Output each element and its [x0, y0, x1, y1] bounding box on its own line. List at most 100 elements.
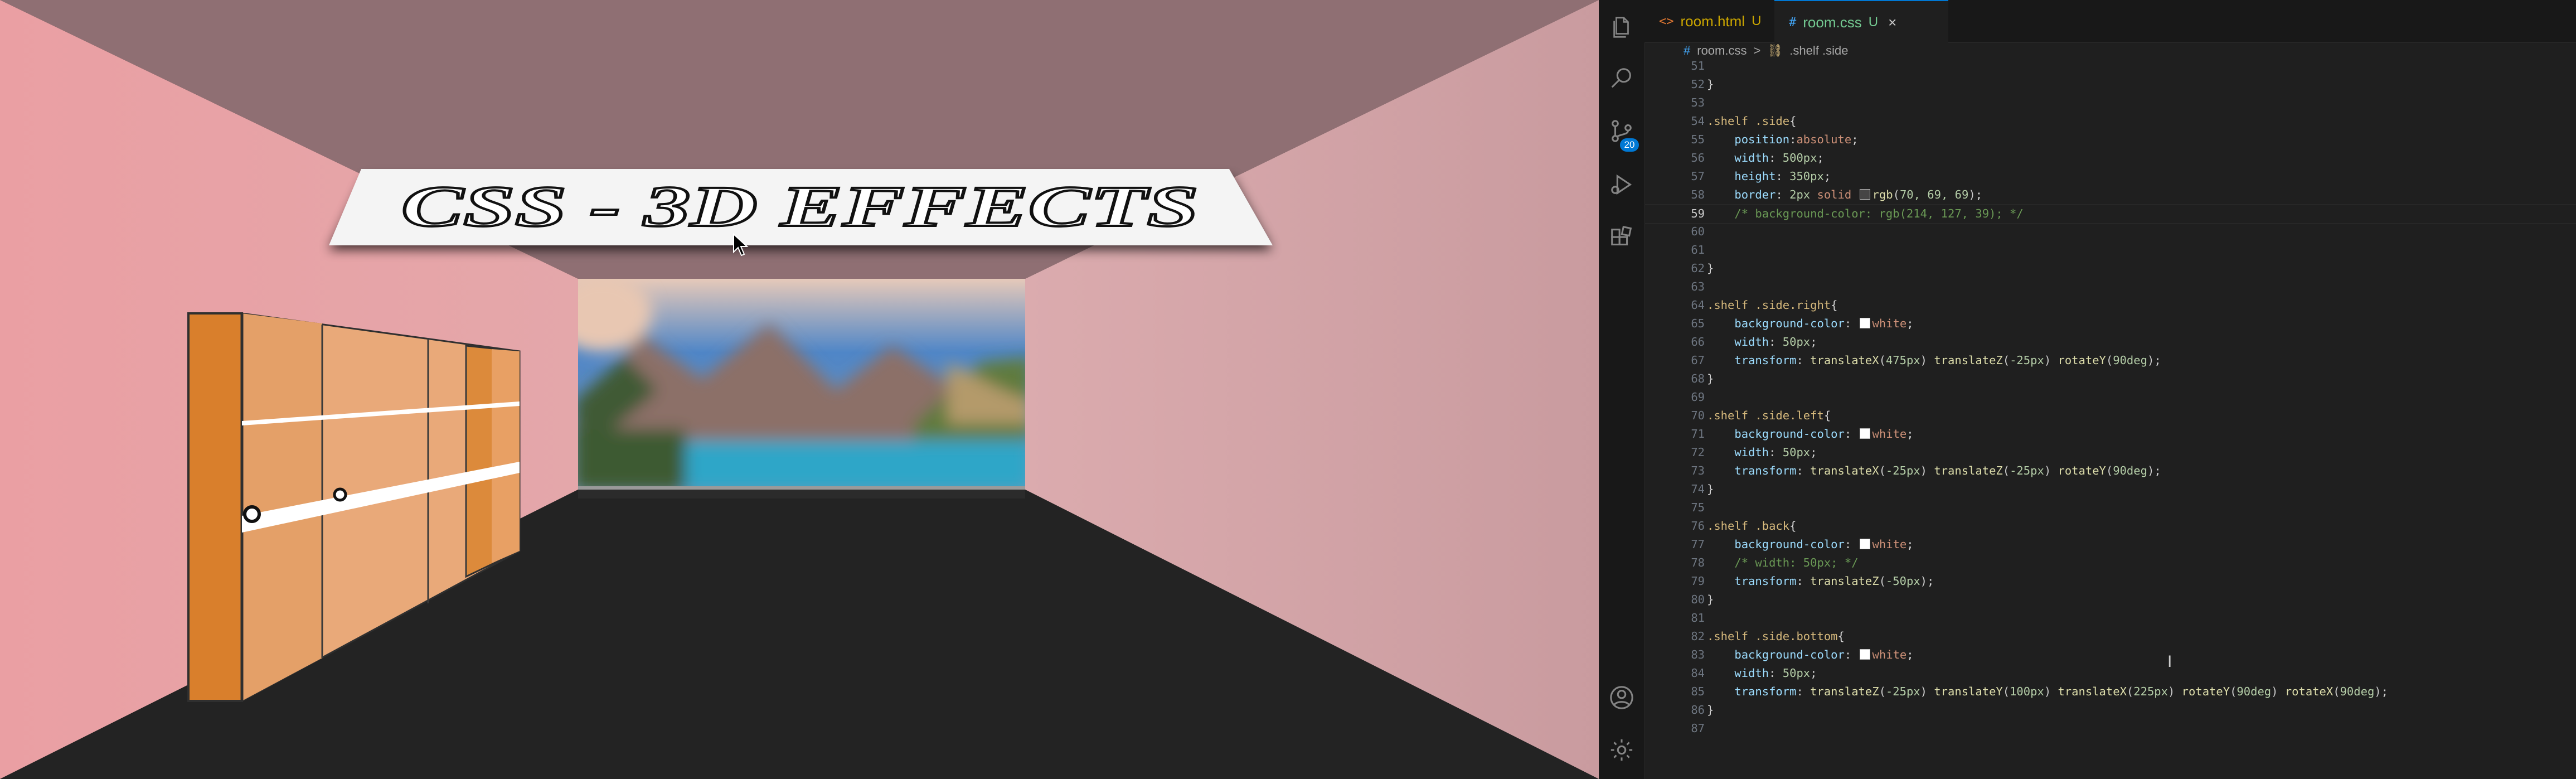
- code-line[interactable]: 52}: [1644, 75, 2576, 94]
- code-line[interactable]: 73 transform: translateX(-25px) translat…: [1644, 462, 2576, 480]
- line-number: 81: [1691, 611, 1705, 625]
- code-area[interactable]: 51 52} 53 54 .shelf .side{55 position:absolu…: [1644, 57, 2576, 779]
- code-line[interactable]: 74}: [1644, 480, 2576, 499]
- tab-untracked-status: U: [1752, 13, 1762, 28]
- line-text: border: 2px solid rgb(70, 69, 69);: [1734, 188, 1983, 201]
- line-text: background-color: white;: [1734, 317, 1914, 330]
- line-number: 60: [1691, 225, 1705, 238]
- line-number: 70: [1691, 409, 1705, 422]
- code-line[interactable]: 75: [1644, 499, 2576, 517]
- line-text: .shelf .side.right{: [1707, 298, 1838, 312]
- code-line[interactable]: 71 background-color: white;: [1644, 425, 2576, 443]
- line-number: 63: [1691, 280, 1705, 293]
- code-line[interactable]: 83 background-color: white;: [1644, 646, 2576, 664]
- room-preview: CSS - 3D EFFECTS: [0, 0, 1599, 779]
- code-line[interactable]: 68}: [1644, 370, 2576, 388]
- code-line[interactable]: 51: [1644, 57, 2576, 75]
- line-text: }: [1707, 262, 1714, 275]
- room-scene: CSS - 3D EFFECTS: [0, 0, 1599, 779]
- line-text: .shelf .side.bottom{: [1707, 630, 1845, 643]
- code-line[interactable]: 67 transform: translateX(475px) translat…: [1644, 351, 2576, 370]
- code-line[interactable]: 84 width: 50px;: [1644, 664, 2576, 683]
- extensions-icon[interactable]: [1609, 225, 1634, 251]
- css-file-icon: #: [1684, 43, 1691, 57]
- breadcrumb-symbol[interactable]: .shelf .side: [1789, 43, 1848, 58]
- line-number: 55: [1691, 133, 1705, 146]
- code-line[interactable]: 59 /* background-color: rgb(214, 127, 39…: [1644, 204, 2576, 224]
- line-number: 64: [1691, 298, 1705, 312]
- code-line[interactable]: 85 transform: translateZ(-25px) translat…: [1644, 683, 2576, 701]
- line-number: 51: [1691, 59, 1705, 72]
- code-line[interactable]: 87: [1644, 719, 2576, 738]
- line-number: 68: [1691, 372, 1705, 385]
- code-line[interactable]: 61: [1644, 241, 2576, 259]
- code-line[interactable]: 56 width: 500px;: [1644, 149, 2576, 167]
- run-debug-icon[interactable]: [1609, 172, 1634, 197]
- line-number: 62: [1691, 262, 1705, 275]
- code-line[interactable]: 86}: [1644, 701, 2576, 719]
- line-text: width: 50px;: [1734, 446, 1817, 459]
- line-text: }: [1707, 482, 1714, 496]
- code-line[interactable]: 69: [1644, 388, 2576, 407]
- code-line[interactable]: 76 .shelf .back{: [1644, 517, 2576, 535]
- ceiling-banner: CSS - 3D EFFECTS: [329, 169, 1273, 250]
- line-number: 87: [1691, 722, 1705, 735]
- code-line[interactable]: 82 .shelf .side.bottom{: [1644, 627, 2576, 646]
- code-line[interactable]: 77 background-color: white;: [1644, 535, 2576, 554]
- line-number: 74: [1691, 482, 1705, 496]
- code-line[interactable]: 64 .shelf .side.right{: [1644, 296, 2576, 314]
- line-number: 66: [1691, 335, 1705, 349]
- code-line[interactable]: 63: [1644, 278, 2576, 296]
- settings-gear-icon[interactable]: [1609, 737, 1634, 763]
- html-file-icon: <>: [1659, 14, 1674, 28]
- code-line[interactable]: 57 height: 350px;: [1644, 167, 2576, 186]
- line-text: position:absolute;: [1734, 133, 1859, 146]
- line-number: 79: [1691, 574, 1705, 588]
- code-line[interactable]: 79 transform: translateZ(-50px);: [1644, 572, 2576, 591]
- line-text: .shelf .side.left{: [1707, 409, 1831, 422]
- breadcrumb-file[interactable]: room.css: [1697, 43, 1747, 58]
- line-text: background-color: white;: [1734, 427, 1914, 441]
- account-icon[interactable]: [1609, 685, 1634, 710]
- line-text: }: [1707, 78, 1714, 91]
- search-icon[interactable]: [1609, 66, 1634, 91]
- code-line[interactable]: 70 .shelf .side.left{: [1644, 407, 2576, 425]
- code-line[interactable]: 62}: [1644, 259, 2576, 278]
- tab-bar: <> room.html U # room.css U ×: [1644, 0, 2576, 43]
- line-text: width: 500px;: [1734, 151, 1824, 164]
- line-number: 72: [1691, 446, 1705, 459]
- line-number: 80: [1691, 593, 1705, 606]
- explorer-icon[interactable]: [1609, 14, 1634, 40]
- code-line[interactable]: 60: [1644, 222, 2576, 241]
- code-line[interactable]: 72 width: 50px;: [1644, 443, 2576, 462]
- line-number: 52: [1691, 78, 1705, 91]
- line-text: /* background-color: rgb(214, 127, 39); …: [1734, 207, 2024, 220]
- code-editor: 20 <> room.html U # room.css U × # room.…: [1599, 0, 2576, 779]
- line-text: .shelf .back{: [1707, 519, 1797, 533]
- line-number: 54: [1691, 114, 1705, 128]
- code-line[interactable]: 54 .shelf .side{: [1644, 112, 2576, 130]
- code-line[interactable]: 81: [1644, 609, 2576, 627]
- code-line[interactable]: 78 /* width: 50px; */: [1644, 554, 2576, 572]
- tab-room-css[interactable]: # room.css U ×: [1774, 0, 1948, 43]
- line-number: 82: [1691, 630, 1705, 643]
- code-line[interactable]: 65 background-color: white;: [1644, 314, 2576, 333]
- line-text: }: [1707, 372, 1714, 385]
- css-file-icon: #: [1789, 15, 1797, 30]
- tab-label: room.css: [1803, 13, 1862, 31]
- line-number: 59: [1691, 207, 1705, 220]
- banner-title: CSS - 3D EFFECTS: [401, 175, 1199, 239]
- line-text: transform: translateZ(-25px) translateY(…: [1734, 685, 2388, 698]
- line-text: }: [1707, 703, 1714, 717]
- line-text: transform: translateZ(-50px);: [1734, 574, 1934, 588]
- code-line[interactable]: 80}: [1644, 591, 2576, 609]
- symbol-icon: ⛓: [1767, 43, 1783, 57]
- line-number: 78: [1691, 556, 1705, 569]
- code-line[interactable]: 58 border: 2px solid rgb(70, 69, 69);: [1644, 186, 2576, 204]
- tab-label: room.html: [1680, 12, 1745, 30]
- code-line[interactable]: 55 position:absolute;: [1644, 130, 2576, 149]
- code-line[interactable]: 53: [1644, 94, 2576, 112]
- line-number: 58: [1691, 188, 1705, 201]
- close-tab-icon[interactable]: ×: [1888, 14, 1896, 31]
- code-line[interactable]: 66 width: 50px;: [1644, 333, 2576, 351]
